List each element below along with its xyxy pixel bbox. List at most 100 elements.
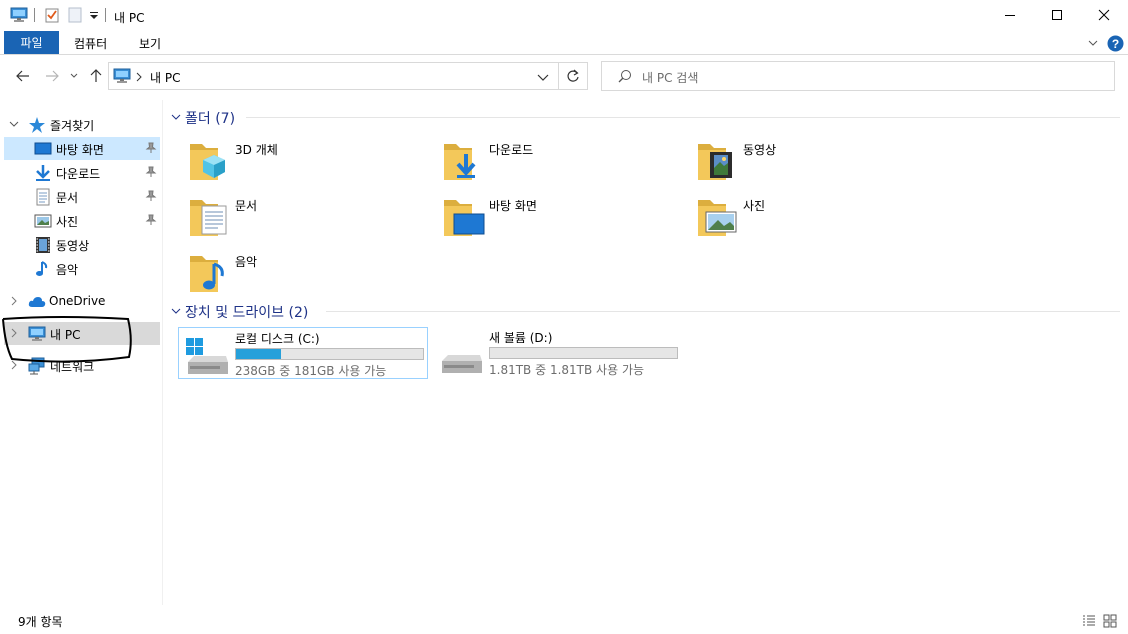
sidebar-item-label: 즐겨찾기 — [50, 119, 95, 133]
search-placeholder: 내 PC 검색 — [642, 71, 699, 85]
drive-status: 238GB 중 181GB 사용 가능 — [235, 364, 387, 378]
up-button[interactable] — [86, 66, 106, 86]
drive-usage-fill — [236, 349, 281, 359]
folder-label: 바탕 화면 — [489, 199, 537, 213]
folder-item[interactable]: 사진 — [696, 194, 936, 246]
sidebar-item-pictures[interactable]: 사진 — [4, 209, 160, 232]
drive-item-d[interactable]: 새 볼륨 (D:) 1.81TB 중 1.81TB 사용 가능 — [433, 327, 683, 379]
music-icon — [36, 261, 48, 276]
sidebar-item-videos[interactable]: 동영상 — [4, 233, 160, 256]
sidebar-item-label: 사진 — [56, 215, 79, 229]
sidebar-item-documents[interactable]: 문서 — [4, 185, 160, 208]
cloud-icon — [28, 297, 46, 307]
details-view-icon[interactable] — [1082, 614, 1096, 628]
sidebar-item-label: OneDrive — [49, 294, 106, 308]
sidebar-item-desktop[interactable]: 바탕 화면 — [4, 137, 160, 160]
breadcrumb[interactable]: 내 PC — [150, 69, 180, 86]
sidebar-item-label: 음악 — [56, 263, 79, 277]
folder-item[interactable]: 3D 개체 — [188, 138, 428, 190]
tab-computer[interactable]: 컴퓨터 — [74, 35, 107, 52]
download-icon — [36, 165, 50, 181]
this-pc-icon — [113, 68, 131, 87]
chevron-right-icon[interactable] — [9, 296, 19, 306]
expand-ribbon-chevron-icon[interactable] — [1086, 34, 1100, 52]
video-icon — [36, 237, 50, 253]
folder-label: 사진 — [743, 199, 766, 213]
drive-usage-bar — [489, 347, 678, 359]
help-button[interactable]: ? — [1106, 34, 1124, 52]
folder-label: 음악 — [235, 255, 258, 269]
breadcrumb-chevron-icon[interactable] — [135, 71, 143, 85]
sidebar-item-label: 다운로드 — [56, 167, 101, 181]
drives-group-title: 장치 및 드라이브 (2) — [185, 305, 309, 321]
sidebar-item-music[interactable]: 음악 — [4, 257, 160, 280]
pin-icon[interactable] — [145, 190, 157, 202]
desktop-folder-icon — [444, 200, 485, 236]
drive-item-c[interactable]: 로컬 디스크 (C:) 238GB 중 181GB 사용 가능 — [178, 327, 428, 379]
tab-file[interactable]: 파일 — [4, 31, 59, 54]
customize-toolbar-icon[interactable] — [85, 6, 103, 24]
folder-item[interactable]: 바탕 화면 — [442, 194, 682, 246]
address-dropdown-icon[interactable] — [537, 72, 549, 86]
desktop-icon — [34, 142, 52, 155]
recent-locations-button[interactable] — [67, 66, 81, 86]
document-icon — [36, 188, 50, 206]
help-glyph: ? — [1111, 37, 1118, 51]
folder-item[interactable]: 다운로드 — [442, 138, 682, 190]
back-button[interactable] — [13, 66, 33, 86]
sidebar-item-onedrive[interactable]: OneDrive — [4, 290, 160, 313]
pictures-folder-icon — [698, 200, 737, 236]
download-folder-icon — [444, 144, 476, 180]
documents-folder-icon — [190, 200, 227, 236]
3d-objects-folder-icon — [190, 144, 225, 180]
folder-label: 문서 — [235, 199, 258, 213]
chevron-down-icon[interactable] — [170, 111, 182, 123]
drive-usage-bar — [235, 348, 424, 360]
drives-group-header[interactable]: 장치 및 드라이브 (2) — [170, 302, 1120, 321]
window-title: 내 PC — [114, 11, 145, 25]
annotation-circle — [2, 316, 132, 363]
ribbon: 파일 컴퓨터 보기 ? — [0, 31, 1128, 55]
pictures-icon — [34, 214, 52, 228]
folder-item[interactable]: 문서 — [188, 194, 428, 246]
close-button[interactable] — [1081, 0, 1127, 30]
title-bar: 내 PC — [0, 0, 1128, 32]
chevron-down-icon[interactable] — [170, 305, 182, 317]
folders-group-title: 폴더 (7) — [185, 111, 236, 127]
drive-status: 1.81TB 중 1.81TB 사용 가능 — [489, 363, 645, 377]
pin-icon[interactable] — [145, 214, 157, 226]
windows-drive-icon — [186, 338, 228, 374]
pin-icon[interactable] — [145, 166, 157, 178]
videos-folder-icon — [698, 144, 732, 180]
maximize-button[interactable] — [1034, 0, 1080, 30]
folder-item[interactable]: 음악 — [188, 250, 428, 302]
search-input[interactable]: 내 PC 검색 — [601, 61, 1115, 91]
sidebar-item-label: 동영상 — [56, 239, 90, 253]
folder-label: 동영상 — [743, 143, 777, 157]
properties-icon[interactable] — [43, 6, 61, 24]
large-icons-view-icon[interactable] — [1103, 614, 1117, 628]
pin-icon[interactable] — [145, 142, 157, 154]
drive-name: 로컬 디스크 (C:) — [235, 332, 320, 346]
chevron-down-icon[interactable] — [9, 119, 19, 129]
address-bar[interactable]: 내 PC — [108, 62, 559, 90]
sidebar-item-downloads[interactable]: 다운로드 — [4, 161, 160, 184]
sidebar-item-quick-access[interactable]: 즐겨찾기 — [4, 113, 160, 136]
folder-label: 다운로드 — [489, 143, 534, 157]
folder-item[interactable]: 동영상 — [696, 138, 936, 190]
folders-group-header[interactable]: 폴더 (7) — [170, 108, 1120, 127]
forward-button[interactable] — [42, 66, 62, 86]
music-folder-icon — [190, 256, 224, 292]
folder-label: 3D 개체 — [235, 143, 278, 157]
status-item-count: 9개 항목 — [18, 615, 63, 629]
search-icon — [618, 69, 632, 86]
refresh-button[interactable] — [559, 62, 588, 90]
tab-view[interactable]: 보기 — [139, 35, 161, 52]
sidebar-item-label: 문서 — [56, 191, 79, 205]
minimize-button[interactable] — [987, 0, 1033, 30]
drive-name: 새 볼륨 (D:) — [489, 331, 553, 345]
star-icon — [29, 117, 45, 133]
drive-icon — [442, 355, 482, 373]
sidebar-item-label: 바탕 화면 — [56, 143, 104, 157]
new-folder-icon[interactable] — [66, 6, 84, 24]
